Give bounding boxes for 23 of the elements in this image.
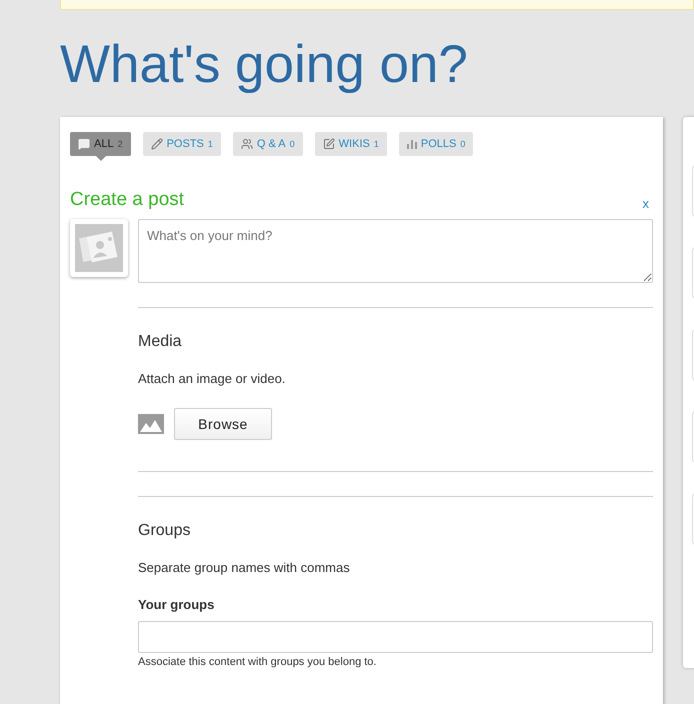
section-title: Create a post (70, 189, 184, 211)
image-icon (138, 414, 164, 434)
post-textarea[interactable]: What's on your mind? (138, 219, 653, 283)
pencil-icon (150, 138, 163, 150)
section-heading: Media (138, 333, 182, 351)
page-title: What's going on? (60, 34, 468, 96)
section-description: Attach an image or video. (138, 371, 286, 386)
section-heading: Groups (138, 522, 190, 540)
section-description: Separate group names with commas (138, 560, 350, 575)
avatar-icon (70, 219, 128, 277)
filter-tab[interactable]: WIKIS 1 (314, 132, 387, 156)
speech-bubble-icon (78, 138, 90, 150)
close-link[interactable]: x (642, 196, 649, 211)
filter-tab[interactable]: POSTS 1 (142, 132, 221, 156)
edit-icon (322, 138, 335, 150)
filter-tab[interactable]: Q & A 0 (232, 132, 303, 156)
browse-button[interactable]: Browse (174, 408, 272, 440)
filter-tab[interactable]: POLLS 0 (398, 132, 474, 156)
groups-input[interactable] (138, 621, 653, 653)
people-icon (240, 138, 253, 150)
help-text: Associate this content with groups you belong to. (138, 656, 376, 668)
field-label: Your groups (138, 597, 214, 612)
bar-chart-icon (406, 139, 417, 149)
